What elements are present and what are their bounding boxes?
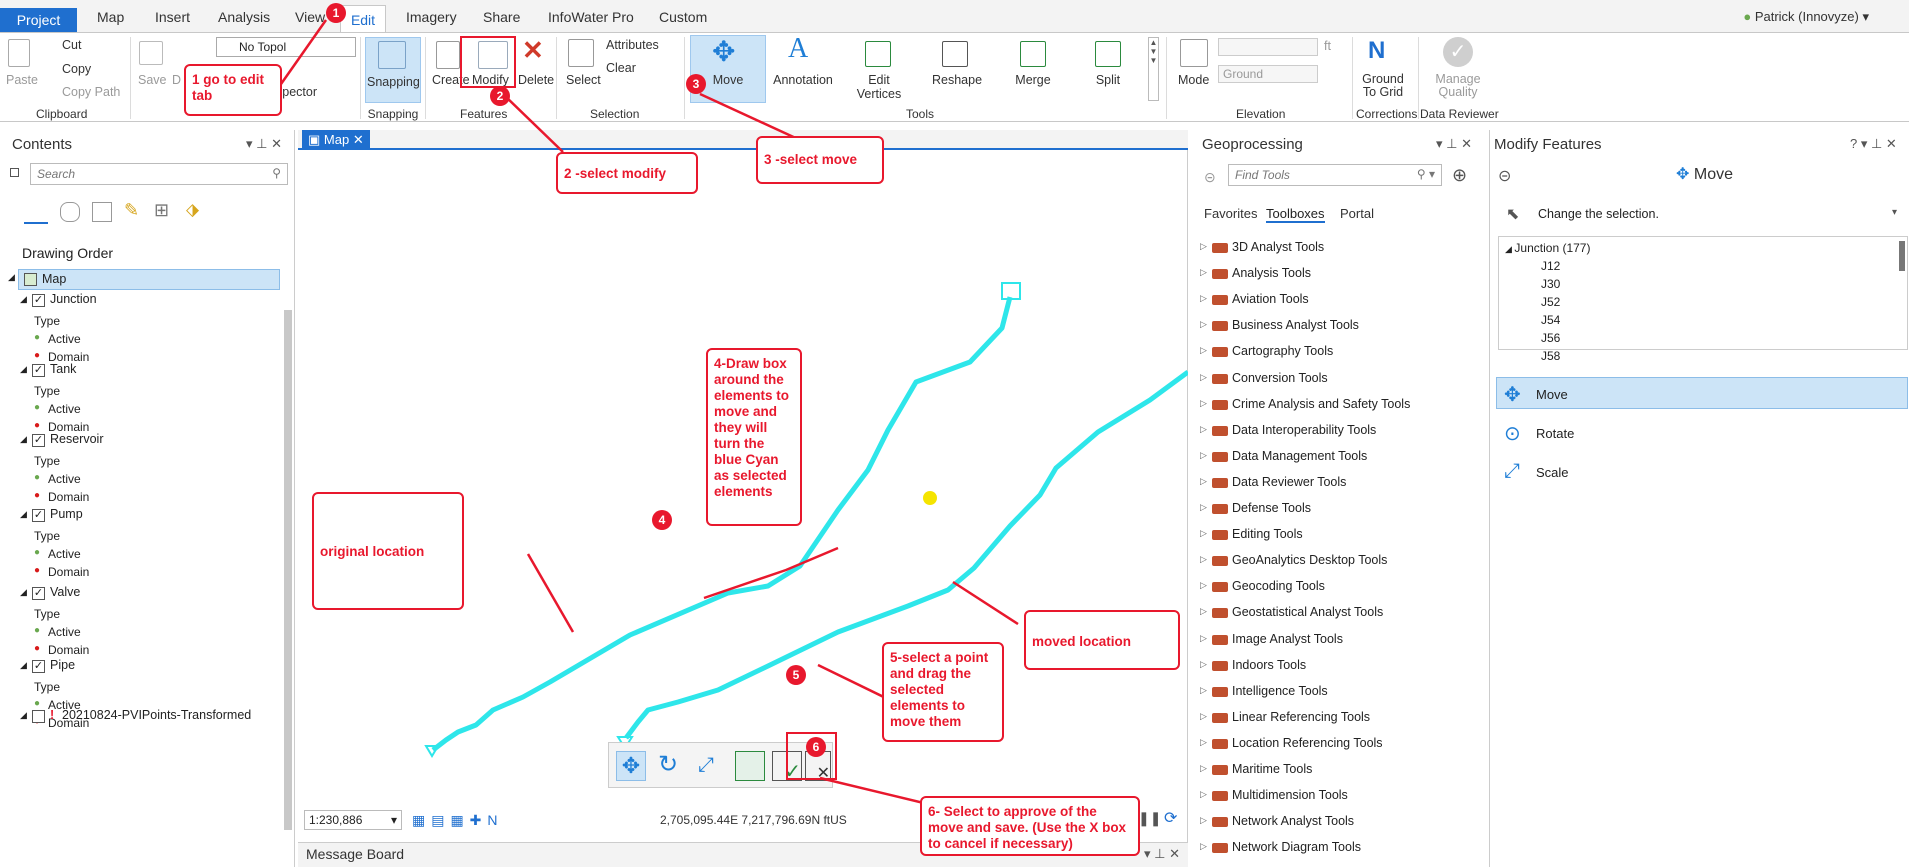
step-badge-4: 4: [652, 510, 672, 530]
step-badge-5: 5: [786, 665, 806, 685]
annotation-original-location: original location: [312, 492, 464, 610]
annotation-step-2: 2 -select modify: [556, 152, 698, 194]
step-badge-2: 2: [490, 86, 510, 106]
annotation-step-1: 1 go to edit tab: [184, 64, 282, 116]
callout-pointer: [819, 776, 933, 807]
annotation-step-5: 5-select a point and drag the selected e…: [882, 642, 1004, 742]
annotation-step-6: 6- Select to approve of the move and sav…: [920, 796, 1140, 856]
callout-pointer: [699, 92, 801, 142]
annotation-step-4: 4-Draw box around the elements to move a…: [706, 348, 802, 526]
step-badge-3: 3: [686, 74, 706, 94]
annotation-moved-location: moved location: [1024, 610, 1180, 670]
step-badge-1: 1: [326, 3, 346, 23]
annotation-step-3: 3 -select move: [756, 136, 884, 184]
callout-pointer: [504, 95, 564, 153]
step-badge-6: 6: [806, 737, 826, 757]
